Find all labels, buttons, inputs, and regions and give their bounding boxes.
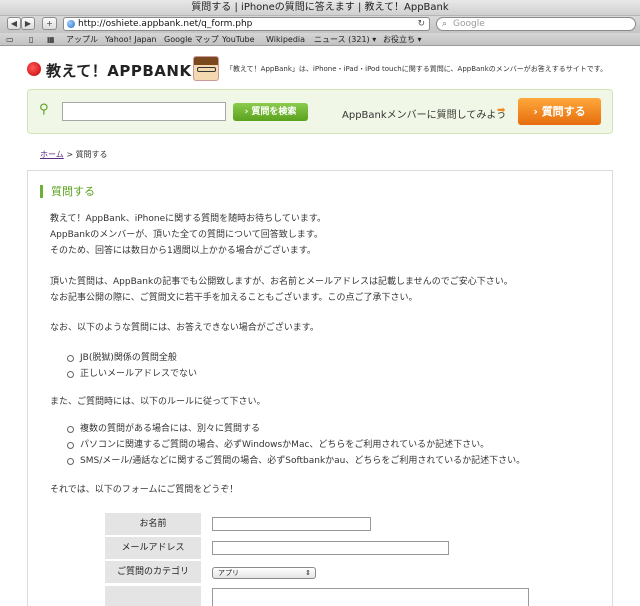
- search-questions-button[interactable]: › 質問を検索: [233, 103, 308, 121]
- breadcrumb-separator: >: [66, 150, 74, 159]
- ask-prompt-text: AppBankメンバーに質問してみよう: [342, 110, 507, 121]
- question-search-bar: ⚲ › 質問を検索 AppBankメンバーに質問してみよう ➡ › 質問する: [27, 89, 613, 134]
- bookmark-item[interactable]: ニュース (321) ▾: [314, 33, 376, 46]
- main-content-box: 質問する 教えて！AppBank、iPhoneに関する質問を随時お待ちしています…: [27, 170, 613, 606]
- magnifier-icon: ⚲: [39, 102, 49, 117]
- browser-toolbar: ◀ ▶ + http://oshiete.appbank.net/q_form.…: [0, 16, 640, 33]
- question-label: [105, 586, 201, 606]
- reload-icon[interactable]: ↻: [417, 18, 425, 30]
- new-tab-button[interactable]: +: [42, 17, 57, 30]
- reader-icon[interactable]: ▭: [6, 33, 14, 46]
- email-label: メールアドレス: [105, 537, 201, 559]
- bookmarks-icon[interactable]: ▯: [29, 33, 33, 46]
- breadcrumb: ホーム > 質問する: [40, 149, 108, 160]
- form-row-category: ご質問のカテゴリ アプリ ⇕: [105, 561, 535, 583]
- form-row-name: お名前: [105, 513, 535, 535]
- top-sites-icon[interactable]: ▦: [47, 33, 55, 46]
- bookmark-item[interactable]: Google マップ: [164, 33, 219, 46]
- search-placeholder: Google: [453, 19, 485, 29]
- bookmark-item[interactable]: Wikipedia: [266, 33, 305, 46]
- email-field[interactable]: [212, 541, 449, 555]
- closing-text: それでは、以下のフォームにご質問をどうぞ！: [50, 485, 239, 495]
- url-text: http://oshiete.appbank.net/q_form.php: [78, 19, 253, 29]
- site-tagline: 「教えて！AppBank」は、iPhone・iPad・iPod touchに関す…: [226, 65, 608, 73]
- ask-question-button[interactable]: › 質問する: [518, 98, 601, 125]
- question-search-input[interactable]: [62, 102, 226, 121]
- list-item: 正しいメールアドレスでない: [67, 366, 197, 382]
- bookmark-item[interactable]: YouTube: [222, 33, 255, 46]
- bookmark-item[interactable]: Yahoo! Japan: [105, 33, 157, 46]
- name-field[interactable]: [212, 517, 371, 531]
- list-item: SMS/メール/通話などに関するご質問の場合、必ずSoftbankかau、どちら…: [67, 453, 525, 469]
- privacy-text: 頂いた質問は、AppBankの記事でも公開致しますが、お名前とメールアドレスは記…: [50, 277, 513, 303]
- category-label: ご質問のカテゴリ: [105, 561, 201, 583]
- browser-search-field[interactable]: ⌕ Google: [436, 17, 636, 31]
- bookmarks-bar: ▭ ▯ ▦ アップル Yahoo! Japan Google マップ YouTu…: [0, 33, 640, 46]
- form-row-email: メールアドレス: [105, 537, 535, 559]
- question-textarea[interactable]: [212, 588, 529, 606]
- list-item: JB(脱獄)関係の質問全般: [67, 350, 197, 366]
- search-icon: ⌕: [442, 19, 448, 29]
- no-answer-intro: なお、以下のような質問には、お答えできない場合がございます。: [50, 323, 319, 333]
- name-label: お名前: [105, 513, 201, 535]
- address-bar[interactable]: http://oshiete.appbank.net/q_form.php ↻: [63, 17, 430, 31]
- bookmark-item[interactable]: お役立ち ▾: [383, 33, 422, 46]
- breadcrumb-home-link[interactable]: ホーム: [40, 150, 64, 159]
- window-title: 質問する | iPhoneの質問に答えます | 教えて！AppBank: [0, 0, 640, 16]
- arrow-right-icon: ➡: [497, 105, 506, 116]
- list-item: パソコンに関連するご質問の場合、必ずWindowsかMac、どちらをご利用されて…: [67, 437, 525, 453]
- back-button[interactable]: ◀: [7, 17, 21, 30]
- intro-text: 教えて！AppBank、iPhoneに関する質問を随時お待ちしています。 App…: [50, 214, 326, 256]
- no-answer-list: JB(脱獄)関係の質問全般 正しいメールアドレスでない: [67, 350, 197, 382]
- form-row-question: [105, 586, 535, 606]
- rules-list: 複数の質問がある場合には、別々に質問する パソコンに関連するご質問の場合、必ずW…: [67, 421, 525, 469]
- list-item: 複数の質問がある場合には、別々に質問する: [67, 421, 525, 437]
- site-logo[interactable]: 教えて！APPBANK: [46, 60, 192, 81]
- mascot-avatar: [193, 56, 219, 81]
- globe-icon: [67, 20, 75, 28]
- page-title: 質問する: [40, 185, 95, 198]
- select-arrows-icon: ⇕: [305, 569, 311, 577]
- forward-button[interactable]: ▶: [21, 17, 35, 30]
- apple-logo-icon[interactable]: [27, 62, 41, 76]
- category-select[interactable]: アプリ ⇕: [212, 567, 316, 579]
- breadcrumb-current: 質問する: [75, 150, 108, 159]
- rules-intro: また、ご質問時には、以下のルールに従って下さい。: [50, 397, 266, 407]
- bookmark-item[interactable]: アップル: [66, 33, 98, 46]
